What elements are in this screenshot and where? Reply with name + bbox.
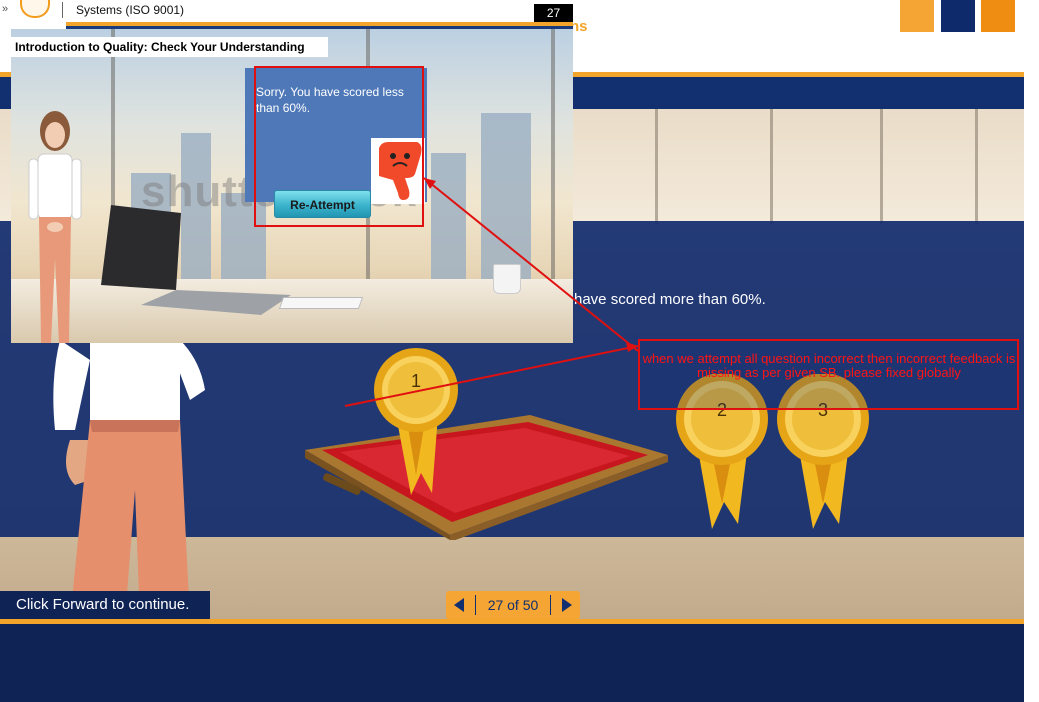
notebook xyxy=(278,297,364,309)
medal-tray xyxy=(305,415,668,540)
pager-separator xyxy=(549,595,551,615)
footer-instruction: Click Forward to continue. xyxy=(0,591,210,619)
character-illustration xyxy=(53,320,205,620)
character-small xyxy=(28,111,82,343)
slide-number-badge: 27 xyxy=(534,4,573,22)
medal-number: 1 xyxy=(410,371,421,391)
window-frame xyxy=(880,109,883,224)
window-frame xyxy=(551,29,555,279)
screen: ns have scored more than 60%. 1 2 3 Clic… xyxy=(0,0,1039,702)
right-gutter xyxy=(1024,0,1039,702)
expand-chevron-icon[interactable]: » xyxy=(2,3,8,15)
title-separator xyxy=(62,2,63,18)
previous-page-button[interactable] xyxy=(454,598,464,612)
window-frame xyxy=(655,109,658,224)
city-building xyxy=(481,113,531,283)
company-logo xyxy=(20,0,50,18)
popup-title: Introduction to Quality: Check Your Unde… xyxy=(11,37,328,57)
footer-bar xyxy=(0,624,1024,702)
header-square-dark-orange xyxy=(981,0,1015,32)
window-title: Systems (ISO 9001) xyxy=(76,3,185,17)
score-message: have scored more than 60%. xyxy=(574,291,766,308)
coffee-mug xyxy=(493,264,521,294)
header-square-orange xyxy=(900,0,934,32)
desk-surface xyxy=(11,279,573,343)
window-title-bar: » Systems (ISO 9001) 27 xyxy=(0,0,573,22)
header-square-navy xyxy=(941,0,975,32)
annotation-text: when we attempt all question incorrect t… xyxy=(642,351,1016,380)
annotation-highlight-box xyxy=(254,66,424,227)
window-frame xyxy=(975,109,978,224)
city-building xyxy=(431,153,466,283)
pager: 27 of 50 xyxy=(446,591,580,619)
next-page-button[interactable] xyxy=(561,598,572,612)
medal-1: 1 xyxy=(366,345,466,525)
window-frame xyxy=(770,109,773,224)
pager-separator xyxy=(475,595,477,615)
page-indicator: 27 of 50 xyxy=(487,597,539,613)
